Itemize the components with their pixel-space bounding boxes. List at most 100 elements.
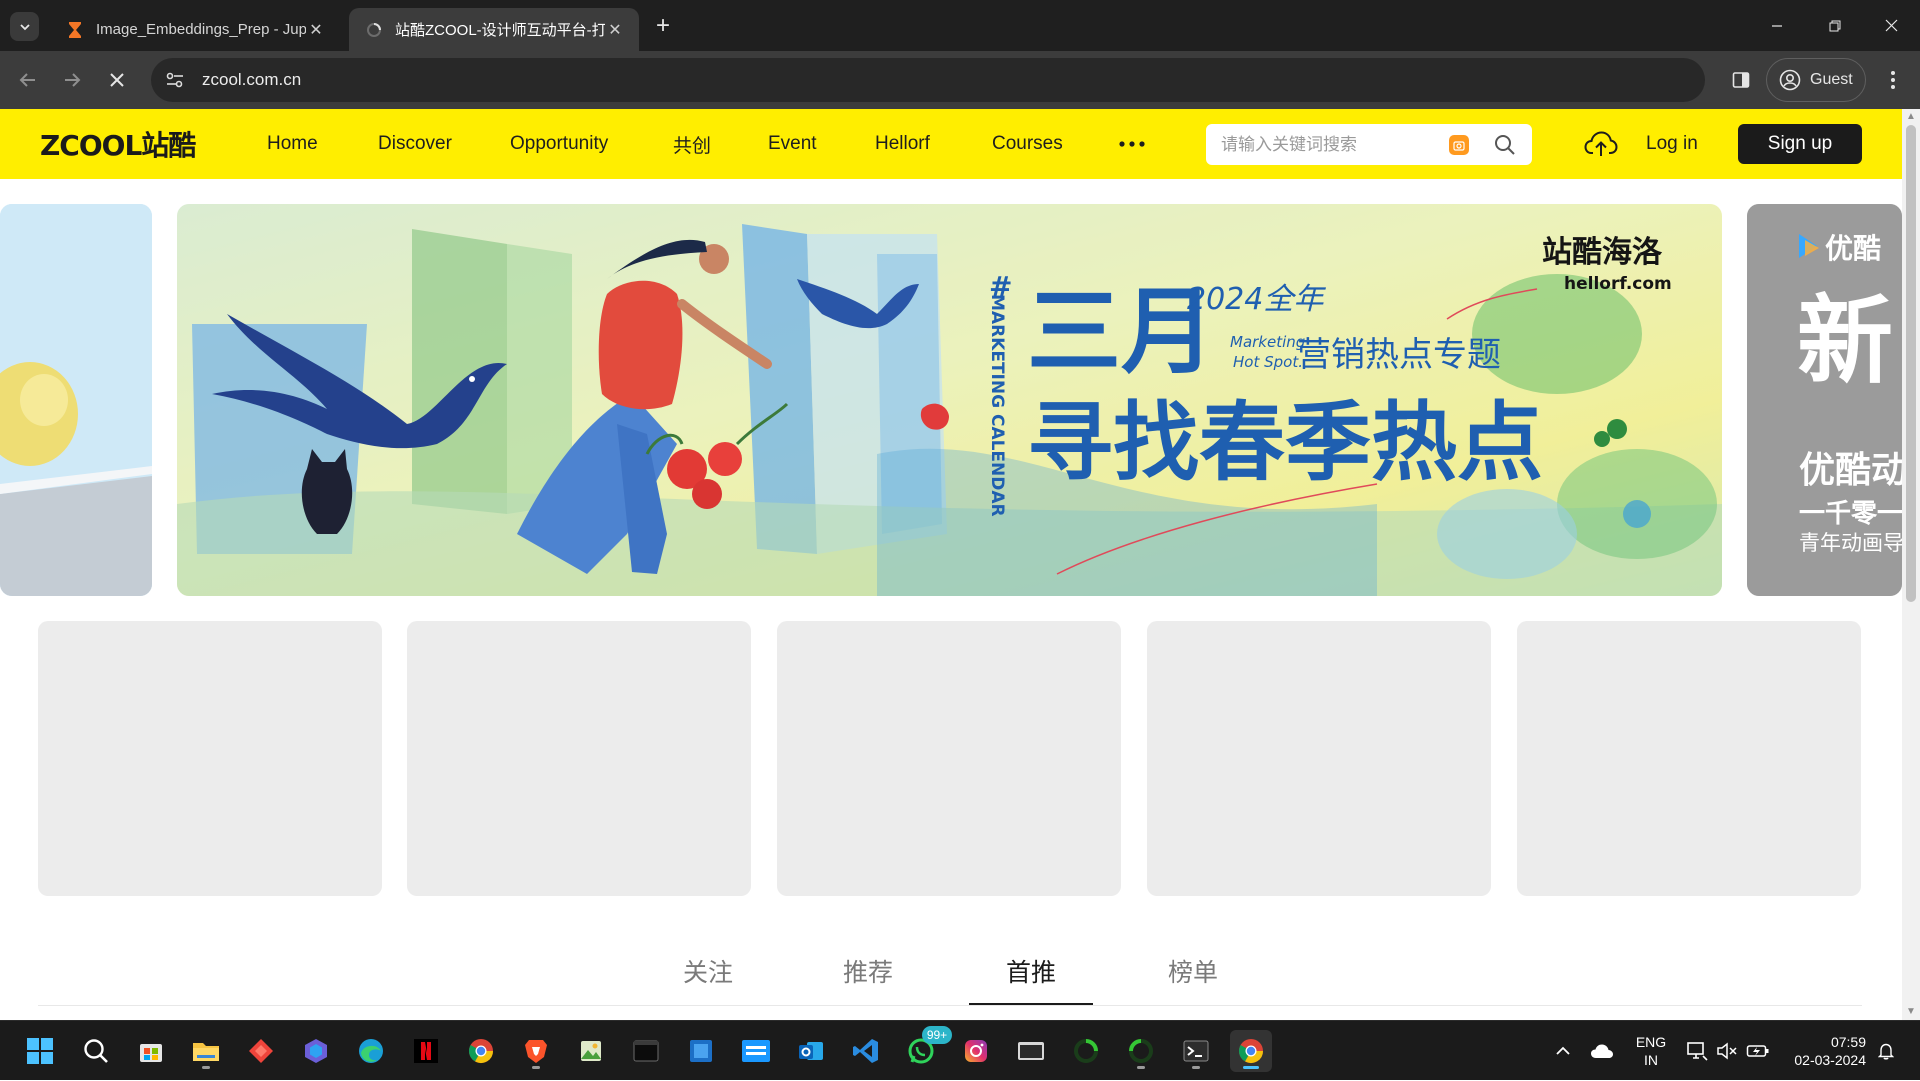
feed-tab-recommended[interactable]: 推荐 xyxy=(828,943,908,999)
taskbar-edge[interactable] xyxy=(350,1030,392,1072)
taskbar-prime-video[interactable] xyxy=(735,1030,777,1072)
close-tab-icon[interactable]: ✕ xyxy=(605,20,625,40)
url-text[interactable]: zcool.com.cn xyxy=(202,70,301,90)
close-tab-icon[interactable]: ✕ xyxy=(306,20,326,40)
close-icon xyxy=(1885,19,1897,32)
loading-app-icon xyxy=(1074,1039,1098,1063)
upload-icon[interactable] xyxy=(1584,129,1618,159)
image-search-icon[interactable] xyxy=(1449,135,1469,155)
login-link[interactable]: Log in xyxy=(1646,109,1698,179)
taskbar-sandbox[interactable] xyxy=(680,1030,722,1072)
nav-discover[interactable]: Discover xyxy=(378,109,452,179)
nav-cocreate[interactable]: 共创 xyxy=(673,109,711,179)
taskbar-search-button[interactable] xyxy=(75,1030,117,1072)
battery-charging-icon xyxy=(1746,1045,1769,1057)
taskbar-file-explorer[interactable] xyxy=(185,1030,227,1072)
network-button[interactable] xyxy=(1684,1021,1710,1081)
carousel-next-slide[interactable]: 优酷 新 优酷动 一千零一 青年动画导 xyxy=(1747,204,1902,596)
taskbar-whatsapp[interactable]: 99+ xyxy=(900,1026,952,1072)
taskbar-chrome-active[interactable] xyxy=(1230,1030,1272,1072)
feed-divider xyxy=(38,1005,1862,1006)
running-indicator xyxy=(202,1066,210,1069)
feed-tab-ranking[interactable]: 榜单 xyxy=(1153,943,1233,999)
feed-tab-following[interactable]: 关注 xyxy=(668,943,748,999)
clock-date: 02-03-2024 xyxy=(1794,1052,1866,1068)
back-button[interactable] xyxy=(12,64,44,96)
taskbar-store[interactable] xyxy=(130,1030,172,1072)
taskbar-vscode[interactable] xyxy=(845,1030,887,1072)
taskbar-netflix[interactable] xyxy=(405,1030,447,1072)
nav-more-button[interactable] xyxy=(1118,109,1146,179)
taskbar-copilot[interactable] xyxy=(295,1030,337,1072)
active-indicator xyxy=(1243,1066,1259,1069)
running-indicator xyxy=(532,1066,540,1069)
profile-button[interactable]: Guest xyxy=(1766,58,1866,102)
feature-card-placeholder[interactable] xyxy=(1517,621,1861,896)
browser-menu-button[interactable] xyxy=(1878,65,1908,95)
netflix-icon xyxy=(414,1039,438,1063)
language-line2: IN xyxy=(1644,1052,1658,1068)
feature-card-placeholder[interactable] xyxy=(777,621,1121,896)
carousel-main-slide[interactable]: # MARKETING CALENDAR 三月 2024全年 Marketing… xyxy=(177,204,1722,596)
carousel-prev-slide[interactable] xyxy=(0,204,152,596)
taskbar-terminal[interactable] xyxy=(625,1030,667,1072)
close-window-button[interactable] xyxy=(1862,0,1920,51)
scroll-down-icon[interactable]: ▼ xyxy=(1906,1007,1916,1017)
tray-overflow-button[interactable] xyxy=(1550,1021,1576,1081)
site-logo[interactable]: ZCOOL站酷 xyxy=(40,129,196,162)
volume-button[interactable] xyxy=(1714,1021,1740,1081)
photos-icon xyxy=(581,1041,601,1061)
more-dots-icon xyxy=(1119,141,1145,147)
page-scrollbar[interactable]: ▲ ▼ xyxy=(1902,109,1920,1020)
feature-card-placeholder[interactable] xyxy=(407,621,751,896)
nav-event[interactable]: Event xyxy=(768,109,817,179)
cloud-icon xyxy=(1591,1044,1613,1058)
address-bar[interactable]: zcool.com.cn xyxy=(151,58,1705,102)
taskbar-photos[interactable] xyxy=(570,1030,612,1072)
taskbar-outlook[interactable] xyxy=(790,1030,832,1072)
search-icon[interactable] xyxy=(1493,133,1517,157)
browser-toolbar: zcool.com.cn Guest xyxy=(0,51,1920,109)
tab-jupyter[interactable]: Image_Embeddings_Prep - Jupy ✕ xyxy=(50,8,340,51)
search-input[interactable] xyxy=(1221,134,1441,155)
banner-hotspot-en: Hot Spot. xyxy=(1233,353,1303,371)
taskbar-anydesk[interactable] xyxy=(240,1030,282,1072)
system-clock[interactable]: 07:59 02-03-2024 xyxy=(1782,1033,1866,1069)
battery-button[interactable] xyxy=(1744,1021,1772,1081)
taskbar-virtual-machine[interactable] xyxy=(1010,1030,1052,1072)
onedrive-button[interactable] xyxy=(1588,1021,1616,1081)
site-settings-icon[interactable] xyxy=(166,72,186,88)
nav-courses[interactable]: Courses xyxy=(992,109,1063,179)
taskbar-chrome[interactable] xyxy=(460,1030,502,1072)
nav-home[interactable]: Home xyxy=(267,109,318,179)
taskbar-loading-app-2[interactable] xyxy=(1120,1030,1162,1072)
next-slide-line2: 一千零一 xyxy=(1799,499,1902,529)
taskbar-instagram[interactable] xyxy=(955,1030,997,1072)
taskbar-brave[interactable] xyxy=(515,1030,557,1072)
brave-icon xyxy=(525,1040,547,1063)
restore-button[interactable] xyxy=(1806,0,1864,51)
scrollbar-thumb[interactable] xyxy=(1906,125,1916,602)
start-button[interactable] xyxy=(19,1030,61,1072)
taskbar-loading-app[interactable] xyxy=(1065,1030,1107,1072)
hourglass-icon xyxy=(66,21,84,39)
tab-search-button[interactable] xyxy=(10,12,39,41)
nav-opportunity[interactable]: Opportunity xyxy=(510,109,608,179)
feature-card-placeholder[interactable] xyxy=(1147,621,1491,896)
feature-card-placeholder[interactable] xyxy=(38,621,382,896)
stop-loading-button[interactable] xyxy=(101,64,133,96)
feed-tab-featured[interactable]: 首推 xyxy=(991,943,1071,999)
next-slide-brand: 优酷 xyxy=(1825,232,1881,265)
minimize-button[interactable] xyxy=(1748,0,1806,51)
taskbar-console[interactable] xyxy=(1175,1030,1217,1072)
side-panel-button[interactable] xyxy=(1726,65,1756,95)
scroll-up-icon[interactable]: ▲ xyxy=(1906,112,1916,122)
new-tab-button[interactable]: + xyxy=(648,11,678,41)
nav-hellorf[interactable]: Hellorf xyxy=(875,109,930,179)
notifications-button[interactable] xyxy=(1874,1021,1898,1081)
edge-icon xyxy=(359,1039,383,1063)
forward-button[interactable] xyxy=(56,64,88,96)
signup-button[interactable]: Sign up xyxy=(1738,124,1862,164)
tab-zcool[interactable]: 站酷ZCOOL-设计师互动平台-打 ✕ xyxy=(349,8,639,51)
input-language-indicator[interactable]: ENG IN xyxy=(1634,1033,1668,1069)
